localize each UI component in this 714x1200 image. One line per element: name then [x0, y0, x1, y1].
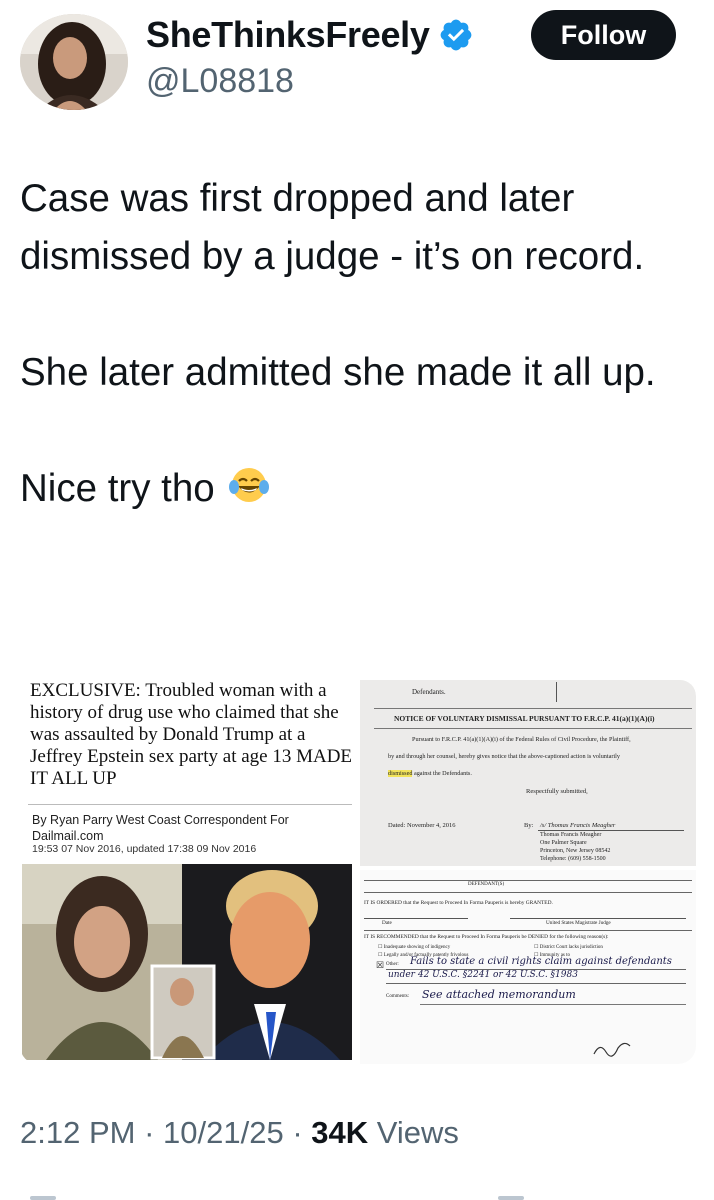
- doc-option-text: District Court lacks jurisdiction: [539, 945, 603, 950]
- tweet-meta: 2:12 PM · 10/21/25 · 34K Views: [20, 1115, 459, 1151]
- doc-comments-label: Comments:: [386, 994, 410, 999]
- doc-judge-label: United States Magistrate Judge: [546, 920, 611, 926]
- doc-notice-title: NOTICE OF VOLUNTARY DISMISSAL PURSUANT T…: [394, 714, 655, 723]
- doc-handwriting: Fails to state a civil rights claim agai…: [410, 956, 672, 967]
- doc-signoff: Respectfully submitted,: [526, 788, 588, 795]
- divider: [420, 1004, 686, 1005]
- face-with-tears-of-joy-icon: [229, 468, 270, 502]
- court-order-document[interactable]: DEFENDANT(S) IT IS ORDERED that the Requ…: [360, 870, 696, 1064]
- divider: [28, 804, 352, 805]
- doc-counsel-line: Telephone: (609) 558-1500: [540, 856, 606, 862]
- doc-highlight: dismissed: [388, 770, 413, 777]
- divider: [364, 892, 692, 893]
- doc-counsel-line: Thomas Francis Meagher: [540, 832, 602, 838]
- doc-by: By:: [524, 822, 534, 829]
- doc-other-label: Other:: [386, 962, 399, 967]
- doc-option: ☐ Inadequate showing of indigency: [378, 945, 451, 950]
- avatar[interactable]: [20, 14, 128, 110]
- divider: [556, 682, 557, 702]
- doc-body-line: by and through her counsel, hereby gives…: [388, 753, 620, 760]
- doc-body-line: dismissed against the Defendants.: [388, 770, 472, 777]
- doc-counsel-line: One Palmer Square: [540, 840, 587, 846]
- views-label: Views: [376, 1115, 459, 1150]
- article-screenshot[interactable]: EXCLUSIVE: Troubled woman with a history…: [20, 678, 358, 1064]
- doc-option-text: Inadequate showing of indigency: [383, 945, 451, 950]
- display-name[interactable]: SheThinksFreely: [146, 14, 430, 56]
- tweet-text: Case was first dropped and later dismiss…: [20, 170, 680, 518]
- tweet-paragraph-text: Nice try tho: [20, 467, 215, 510]
- meta-separator: ·: [292, 1115, 303, 1150]
- tweet-paragraph: Nice try tho: [20, 460, 680, 518]
- name-row: SheThinksFreely: [146, 14, 474, 56]
- article-date: 19:53 07 Nov 2016, updated 17:38 09 Nov …: [32, 843, 257, 855]
- tweet-paragraph: Case was first dropped and later dismiss…: [20, 177, 645, 278]
- doc-handwriting: under 42 U.S.C. §2241 or 42 U.S.C. §1983: [388, 970, 578, 980]
- tweet-date[interactable]: 10/21/25: [163, 1115, 284, 1150]
- doc-date-label: Date: [382, 920, 392, 926]
- avatar-photo: [20, 14, 128, 110]
- verified-badge-icon: [440, 19, 471, 51]
- doc-dated: Dated: November 4, 2016: [388, 822, 456, 829]
- doc-recommended: IT IS RECOMMENDED that the Request to Pr…: [364, 934, 609, 940]
- divider: [374, 708, 692, 709]
- doc-defendant-label: DEFENDANT(S): [468, 882, 505, 887]
- article-headline: EXCLUSIVE: Troubled woman with a history…: [30, 680, 353, 789]
- divider: [364, 880, 692, 881]
- doc-option: ☐ District Court lacks jurisdiction: [534, 945, 603, 950]
- doc-handwriting: See attached memorandum: [422, 988, 576, 1001]
- meta-separator: ·: [144, 1115, 155, 1150]
- doc-body-tail: against the Defendants.: [413, 770, 472, 777]
- signature-scribble-icon: [593, 1042, 631, 1057]
- tweet-paragraph: She later admitted she made it all up.: [20, 351, 656, 394]
- doc-counsel-line: Princeton, New Jersey 08542: [540, 848, 611, 854]
- divider: [386, 983, 686, 984]
- article-byline: By Ryan Parry West Coast Correspondent F…: [32, 813, 289, 843]
- tweet-media[interactable]: EXCLUSIVE: Troubled woman with a history…: [20, 678, 696, 1064]
- divider: [538, 830, 684, 831]
- tweet-header: SheThinksFreely @L08818 Follow: [0, 0, 714, 120]
- user-handle[interactable]: @L08818: [146, 62, 294, 101]
- action-bar-edge: [30, 1196, 524, 1200]
- doc-ordered: IT IS ORDERED that the Request to Procee…: [364, 900, 553, 906]
- dismissal-notice-document[interactable]: Defendants. NOTICE OF VOLUNTARY DISMISSA…: [360, 680, 696, 866]
- views-count: 34K: [311, 1115, 369, 1150]
- doc-defendants: Defendants.: [412, 688, 446, 696]
- divider: [510, 918, 686, 919]
- tweet-time[interactable]: 2:12 PM: [20, 1115, 135, 1150]
- article-photos: [22, 864, 352, 1060]
- follow-button[interactable]: Follow: [531, 10, 676, 60]
- divider: [374, 728, 692, 729]
- doc-body-line: Pursuant to F.R.C.P. 41(a)(1)(A)(i) of t…: [412, 736, 631, 743]
- divider: [364, 918, 468, 919]
- doc-signature: /s/ Thomas Francis Meagher: [540, 822, 616, 829]
- checked-box-icon: ☒: [376, 960, 385, 970]
- divider: [364, 930, 692, 931]
